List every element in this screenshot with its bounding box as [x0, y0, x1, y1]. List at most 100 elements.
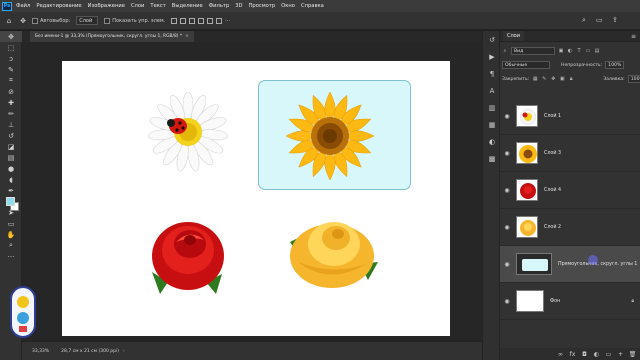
daisy-ladybug-image[interactable] — [140, 92, 236, 172]
visibility-eye-icon[interactable]: ◉ — [500, 187, 514, 194]
autoselect-checkbox[interactable] — [32, 17, 38, 24]
layer-name[interactable]: Слой 1 — [544, 114, 561, 119]
history-brush-icon[interactable]: ↺ — [0, 130, 22, 141]
character-icon[interactable]: A — [483, 82, 501, 99]
zoom-icon[interactable]: ⌕ — [0, 240, 22, 251]
lock-all-icon[interactable]: 🔒︎ — [568, 76, 574, 82]
chevron-right-icon[interactable]: › — [123, 349, 125, 354]
layer-name[interactable]: Слой 3 — [544, 151, 561, 156]
share-icon[interactable]: ⇪ — [612, 16, 621, 25]
libraries-icon[interactable]: ▦ — [483, 116, 501, 133]
clone-stamp-icon[interactable]: ⊥ — [0, 119, 22, 130]
layer-style-icon[interactable]: fx — [569, 351, 576, 358]
eyedropper-icon[interactable]: ⊘ — [0, 86, 22, 97]
menu-view[interactable]: Просмотр — [249, 3, 276, 9]
layer-filter-dropdown[interactable]: Вид — [511, 47, 555, 55]
rectangle-icon[interactable]: ▭ — [0, 218, 22, 229]
lock-artboard-icon[interactable]: ▣ — [559, 76, 565, 82]
layer-row-background[interactable]: ◉ Фон 🔒︎ — [500, 283, 640, 320]
adjustment-layer-icon[interactable]: ◐ — [593, 351, 600, 358]
brush-icon[interactable]: ✏ — [0, 108, 22, 119]
menu-layers[interactable]: Слои — [131, 3, 144, 9]
layer-name[interactable]: Фон — [550, 299, 560, 304]
play-icon[interactable]: ▶ — [483, 48, 501, 65]
menu-filter[interactable]: Фильтр — [209, 3, 230, 9]
autoselect-dropdown[interactable]: Слой — [76, 16, 99, 25]
workspace-icon[interactable]: ▭ — [596, 16, 605, 25]
layer-name[interactable]: Прямоугольник, скругл. углы 1 — [558, 262, 637, 267]
properties-icon[interactable]: ▥ — [483, 99, 501, 116]
layer-mask-icon[interactable]: ◘ — [581, 351, 588, 358]
lock-move-icon[interactable]: ✥ — [550, 76, 556, 82]
fill-field[interactable]: 100% — [627, 75, 640, 83]
paragraph-icon[interactable]: ¶ — [483, 65, 501, 82]
gradient-icon[interactable]: ▤ — [0, 152, 22, 163]
align-left-icon[interactable] — [171, 17, 178, 24]
lasso-icon[interactable]: ↄ — [0, 53, 22, 64]
zoom-level[interactable]: 33,33% — [32, 349, 49, 354]
crop-icon[interactable]: ⌗ — [0, 75, 22, 86]
new-group-icon[interactable]: ▭ — [605, 351, 612, 358]
layer-row-sloi-4[interactable]: ◉ Слой 4 — [500, 172, 640, 209]
marquee-icon[interactable]: ⬚ — [0, 42, 22, 53]
adjustments-icon[interactable]: ◐ — [483, 133, 501, 150]
close-icon[interactable]: × — [185, 34, 189, 39]
menu-select[interactable]: Выделение — [172, 3, 203, 9]
lock-pixels-icon[interactable]: ▦ — [532, 76, 538, 82]
layer-row-rectangle[interactable]: ◉ Прямоугольник, скругл. углы 1 — [500, 246, 640, 283]
sunflower-image[interactable] — [282, 90, 378, 182]
panel-menu-icon[interactable]: ≡ — [631, 33, 636, 40]
menu-3d[interactable]: 3D — [235, 3, 242, 9]
lock-paint-icon[interactable]: ✎ — [541, 76, 547, 82]
layer-name[interactable]: Слой 2 — [544, 225, 561, 230]
align-right-icon[interactable] — [189, 17, 196, 24]
menu-type[interactable]: Текст — [150, 3, 165, 9]
filter-type-icon[interactable]: T — [576, 48, 582, 54]
blur-icon[interactable]: ● — [0, 163, 22, 174]
move-icon[interactable]: ✥ — [0, 31, 22, 42]
filter-shape-icon[interactable]: ▭ — [585, 48, 591, 54]
filter-pixel-icon[interactable]: ▣ — [558, 48, 564, 54]
swatches-icon[interactable]: ▩ — [483, 150, 501, 167]
blend-mode-dropdown[interactable]: Обычные — [502, 61, 550, 69]
document-tab[interactable]: Без имени-1 @ 33,3% (Прямоугольник, скру… — [30, 31, 194, 42]
new-layer-icon[interactable]: + — [617, 351, 624, 358]
layer-row-sloi-3[interactable]: ◉ Слой 3 — [500, 135, 640, 172]
home-icon[interactable]: ⌂ — [4, 16, 14, 26]
delete-layer-icon[interactable]: 🗑︎ — [629, 351, 637, 358]
more-options-icon[interactable]: ··· — [225, 18, 230, 24]
pen-icon[interactable]: ✒ — [0, 185, 22, 196]
visibility-eye-icon[interactable]: ◉ — [500, 150, 514, 157]
eraser-icon[interactable]: ◪ — [0, 141, 22, 152]
yellow-rose-image[interactable] — [282, 206, 382, 296]
align-middle-icon[interactable] — [207, 17, 214, 24]
menu-help[interactable]: Справка — [301, 3, 324, 9]
menu-file[interactable]: Файл — [16, 3, 30, 9]
history-icon[interactable]: ↺ — [483, 31, 501, 48]
layer-row-sloi-1[interactable]: ◉ Слой 1 — [500, 98, 640, 135]
align-bottom-icon[interactable] — [216, 17, 223, 24]
menu-edit[interactable]: Редактирование — [36, 3, 81, 9]
hand-icon[interactable]: ✋ — [0, 229, 22, 240]
layers-tab[interactable]: Слои — [503, 31, 524, 41]
layer-name[interactable]: Слой 4 — [544, 188, 561, 193]
dodge-icon[interactable]: ◖ — [0, 174, 22, 185]
foreground-color-swatch[interactable] — [6, 197, 15, 206]
filter-smart-icon[interactable]: ▤ — [594, 48, 600, 54]
align-top-icon[interactable] — [198, 17, 205, 24]
red-rose-image[interactable] — [146, 210, 230, 300]
link-layers-icon[interactable]: ∞ — [557, 351, 564, 358]
menu-image[interactable]: Изображение — [88, 3, 125, 9]
filter-adjust-icon[interactable]: ◐ — [567, 48, 573, 54]
layer-row-sloi-2[interactable]: ◉ Слой 2 — [500, 209, 640, 246]
search-icon[interactable]: ⌕ — [582, 16, 591, 25]
move-tool-icon[interactable]: ✥ — [18, 16, 28, 26]
healing-icon[interactable]: ✚ — [0, 97, 22, 108]
visibility-eye-icon[interactable]: ◉ — [500, 261, 514, 268]
visibility-eye-icon[interactable]: ◉ — [500, 224, 514, 231]
visibility-eye-icon[interactable]: ◉ — [500, 298, 514, 305]
quick-select-icon[interactable]: ✎ — [0, 64, 22, 75]
menu-window[interactable]: Окно — [281, 3, 295, 9]
visibility-eye-icon[interactable]: ◉ — [500, 113, 514, 120]
opacity-field[interactable]: 100% — [605, 61, 625, 69]
